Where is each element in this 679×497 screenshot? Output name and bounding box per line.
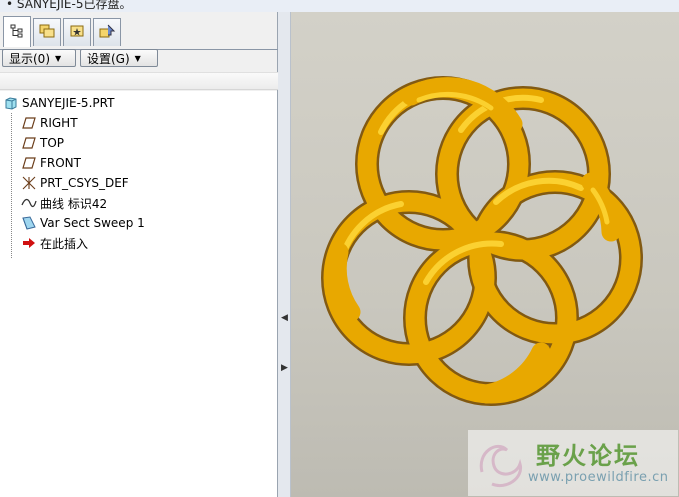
datum-plane-icon — [21, 155, 37, 171]
part-icon — [3, 95, 19, 111]
settings-dropdown[interactable]: 设置(G) ▼ — [80, 49, 158, 67]
sweep-icon — [21, 215, 37, 231]
forum-watermark: 野火论坛 www.proewildfire.cn — [468, 430, 678, 496]
tab-model-tree[interactable] — [3, 16, 31, 47]
tab-folder-browser[interactable] — [33, 18, 61, 46]
watermark-title: 野火论坛 — [536, 442, 640, 470]
tab-favorites[interactable] — [63, 18, 91, 46]
tree-item-curve[interactable]: 曲线 标识42 — [21, 194, 107, 212]
tree-item-front[interactable]: FRONT — [21, 154, 81, 172]
tree-filter-row[interactable] — [0, 72, 278, 90]
folder-browser-icon — [38, 23, 56, 42]
curve-icon — [21, 195, 37, 211]
knot-model — [321, 76, 643, 406]
message-text: • SANYEJIE-5已存盘。 — [6, 0, 132, 11]
navigator-toolbar: 显示(0) ▼ 设置(G) ▼ — [0, 47, 278, 69]
datum-plane-icon — [21, 115, 37, 131]
watermark-logo-icon — [479, 444, 523, 487]
tree-item-right[interactable]: RIGHT — [21, 114, 78, 132]
watermark-url: www.proewildfire.cn — [528, 470, 669, 485]
show-dropdown-label: 显示(0) — [9, 51, 50, 66]
model-tree: SANYEJIE-5.PRT RIGHT TOP FRONT PRT_CSYS_ — [0, 91, 277, 497]
chevron-down-icon: ▼ — [134, 53, 141, 63]
navigator-tabs — [0, 16, 278, 50]
panel-splitter[interactable]: ◀ ▶ — [278, 12, 291, 497]
tree-item-insert-here[interactable]: 在此插入 — [21, 234, 88, 252]
tree-root-label: SANYEJIE-5.PRT — [22, 96, 115, 110]
tree-item-label: PRT_CSYS_DEF — [40, 176, 129, 190]
model-tree-icon — [9, 23, 25, 42]
tree-item-label: RIGHT — [40, 116, 78, 130]
collapse-left-arrow-icon[interactable]: ◀ — [281, 310, 288, 326]
connections-icon — [98, 23, 116, 42]
expand-right-arrow-icon[interactable]: ▶ — [281, 360, 288, 376]
tree-item-label: TOP — [40, 136, 65, 150]
favorites-icon — [69, 23, 85, 42]
navigator-panel: 显示(0) ▼ 设置(G) ▼ SANYEJIE-5.PRT RIGHT TOP… — [0, 12, 278, 497]
tree-item-label: 曲线 标识42 — [40, 196, 108, 211]
tree-root-node[interactable]: SANYEJIE-5.PRT — [3, 94, 114, 112]
datum-plane-icon — [21, 135, 37, 151]
tree-item-top[interactable]: TOP — [21, 134, 64, 152]
tree-item-label: Var Sect Sweep 1 — [40, 216, 145, 230]
csys-icon — [21, 175, 37, 191]
show-dropdown[interactable]: 显示(0) ▼ — [2, 49, 76, 67]
message-bar: • SANYEJIE-5已存盘。 — [0, 0, 679, 12]
tree-item-label: 在此插入 — [40, 236, 89, 251]
chevron-down-icon: ▼ — [55, 53, 62, 63]
tab-connections[interactable] — [93, 18, 121, 46]
tree-item-csys[interactable]: PRT_CSYS_DEF — [21, 174, 129, 192]
tree-item-sweep[interactable]: Var Sect Sweep 1 — [21, 214, 145, 232]
tree-item-label: FRONT — [40, 156, 81, 170]
settings-dropdown-label: 设置(G) — [87, 51, 130, 66]
graphics-viewport[interactable]: 野火论坛 www.proewildfire.cn — [291, 12, 679, 497]
tree-connector-line — [11, 113, 12, 258]
insert-here-arrow-icon — [21, 235, 37, 251]
